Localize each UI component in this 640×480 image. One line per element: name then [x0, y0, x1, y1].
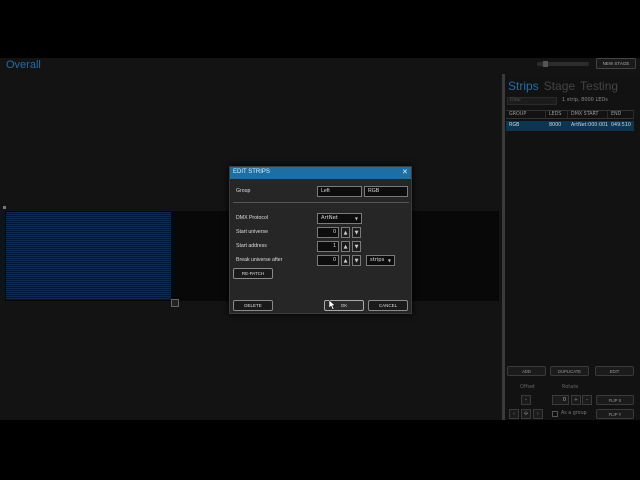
arrow-right-icon: › — [537, 411, 539, 417]
led-strip[interactable] — [6, 212, 171, 300]
move-up-button[interactable]: – — [521, 395, 531, 405]
rotate-label: Rotate — [562, 384, 579, 390]
chevron-down-icon: ▼ — [354, 243, 359, 250]
column-header-end[interactable]: END — [608, 111, 634, 118]
start-universe-label: Start universe — [236, 229, 269, 235]
plus-icon: + — [573, 397, 579, 403]
column-header-leds[interactable]: LEDS — [546, 111, 568, 118]
column-header-group[interactable]: GROUP — [506, 111, 546, 118]
new-stage-button[interactable]: NEW STAGE — [596, 58, 636, 69]
table-row[interactable]: RGB 8000 ArtNet:000:001 049:510 — [506, 121, 634, 131]
protocol-select[interactable]: ArtNet ▼ — [317, 213, 362, 224]
table-header: GROUP LEDS DMX START END — [506, 110, 634, 119]
group-name-input[interactable]: Left — [317, 186, 362, 197]
cell-group: RGB — [509, 123, 520, 128]
center-button[interactable]: ✣ — [521, 409, 531, 419]
filter-input[interactable]: Filter — [507, 97, 557, 105]
dialog-header[interactable]: EDIT STRIPS ✕ — [230, 167, 411, 179]
break-universe-input[interactable]: 0 — [317, 255, 339, 266]
arrow-left-icon: ‹ — [513, 411, 515, 417]
edit-strips-dialog: EDIT STRIPS ✕ Group Left RGB DMX Protoco… — [229, 166, 412, 314]
edit-button[interactable]: EDIT — [595, 366, 634, 376]
start-address-decrement[interactable]: ▼ — [352, 241, 361, 252]
rotate-increment-button[interactable]: + — [571, 395, 581, 405]
protocol-select-value: ArtNet — [321, 215, 338, 221]
zoom-slider-handle[interactable] — [543, 61, 548, 67]
cell-dmx-start: ArtNet:000:001 — [571, 123, 609, 128]
add-strip-button[interactable]: ADD — [507, 366, 546, 376]
break-unit-select-value: strips — [370, 257, 385, 263]
column-header-dmx-start[interactable]: DMX START — [568, 111, 608, 118]
chevron-up-icon: ▲ — [343, 257, 348, 264]
start-universe-decrement[interactable]: ▼ — [352, 227, 361, 238]
flip-x-button[interactable]: FLIP X — [596, 395, 634, 405]
group-label: Group — [236, 188, 251, 194]
chevron-down-icon: ▼ — [354, 229, 359, 236]
page-title: Overall — [6, 59, 41, 71]
protocol-label: DMX Protocol — [236, 215, 268, 221]
stage-origin-marker — [3, 206, 6, 209]
move-right-button[interactable]: › — [533, 409, 543, 419]
start-universe-input[interactable]: 0 — [317, 227, 339, 238]
duplicate-button[interactable]: DUPLICATE — [550, 366, 589, 376]
mouse-cursor-icon — [329, 300, 336, 310]
break-universe-label: Break universe after — [236, 257, 283, 263]
start-universe-increment[interactable]: ▲ — [341, 227, 350, 238]
close-icon[interactable]: ✕ — [402, 168, 408, 176]
crosshair-icon: ✣ — [523, 411, 529, 417]
break-universe-decrement[interactable]: ▼ — [352, 255, 361, 266]
move-left-button[interactable]: ‹ — [509, 409, 519, 419]
delete-button[interactable]: DELETE — [233, 300, 273, 311]
chevron-down-icon: ▼ — [354, 216, 358, 221]
rotate-input[interactable]: 0 — [552, 395, 569, 405]
cell-leds: 8000 — [549, 123, 562, 128]
re-patch-button[interactable]: RE-PATCH — [233, 268, 273, 279]
group-type-input[interactable]: RGB — [364, 186, 408, 197]
resize-handle[interactable] — [171, 299, 179, 307]
start-address-input[interactable]: 1 — [317, 241, 339, 252]
cell-end: 049:510 — [611, 123, 631, 128]
dialog-title: EDIT STRIPS — [233, 169, 270, 175]
rotate-decrement-button[interactable]: – — [582, 395, 592, 405]
start-address-increment[interactable]: ▲ — [341, 241, 350, 252]
break-unit-select[interactable]: strips ▼ — [366, 255, 395, 266]
as-group-label: As a group — [561, 411, 587, 416]
chevron-down-icon: ▼ — [354, 257, 359, 264]
panel-tabs: Strips Stage Testing — [508, 79, 618, 93]
tab-strips[interactable]: Strips — [508, 79, 539, 93]
flip-y-button[interactable]: FLIP Y — [596, 409, 634, 419]
cancel-button[interactable]: CANCEL — [368, 300, 408, 311]
minus-icon: – — [585, 397, 589, 403]
as-group-checkbox[interactable] — [552, 411, 558, 417]
chevron-down-icon: ▼ — [387, 258, 391, 263]
chevron-up-icon: ▲ — [343, 243, 348, 250]
offset-label: Offset — [520, 384, 536, 390]
minus-icon: – — [524, 397, 528, 403]
strip-summary: 1 strip, 8000 LEDs — [562, 97, 608, 103]
break-universe-increment[interactable]: ▲ — [341, 255, 350, 266]
strip-table: GROUP LEDS DMX START END RGB 8000 ArtNet… — [506, 110, 634, 131]
tab-stage[interactable]: Stage — [544, 79, 575, 93]
start-address-label: Start address — [236, 243, 267, 249]
app-window: Overall NEW STAGE Strips Stage Testing F… — [0, 0, 640, 480]
dialog-divider — [233, 202, 409, 203]
chevron-up-icon: ▲ — [343, 229, 348, 236]
tab-testing[interactable]: Testing — [580, 79, 618, 93]
